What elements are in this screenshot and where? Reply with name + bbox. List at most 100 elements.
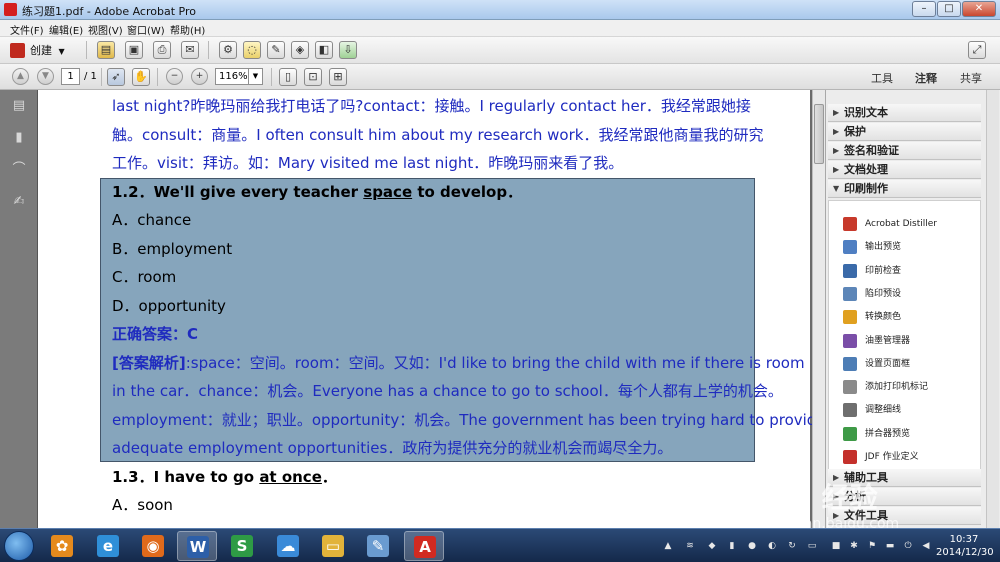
taskbar-app-paint[interactable]: ✎ — [358, 531, 398, 561]
full-screen-icon[interactable]: ⊞ — [329, 68, 347, 86]
tools-panel: ▶ 识别文本 ▶ 保护 ▶ 签名和验证 ▶ 文档处理 ▼ 印刷制作 Acrobat Dis… — [825, 90, 1000, 528]
taskbar-app-browser-360[interactable]: e — [88, 531, 128, 561]
settings-gear-icon[interactable]: ⚙ — [219, 41, 237, 59]
email-icon[interactable]: ✉ — [181, 41, 199, 59]
hand-tool-icon[interactable]: ✋ — [132, 68, 150, 86]
bluetooth-icon[interactable]: ✱ — [848, 541, 860, 551]
maximize-button[interactable]: □ — [937, 1, 961, 17]
select-cursor-icon[interactable]: ➶ — [107, 68, 125, 86]
tools-panel-scrollbar[interactable] — [986, 90, 999, 528]
zoom-input[interactable]: 116% — [215, 68, 249, 85]
tab-share[interactable]: 共享 — [960, 70, 982, 86]
attach-icon[interactable]: ◧ — [315, 41, 333, 59]
previous-page-icon[interactable]: ▲ — [12, 68, 29, 85]
security-icon[interactable]: ● — [746, 541, 758, 551]
network-icon[interactable]: ▮ — [726, 541, 738, 551]
question-keyword: space — [363, 183, 413, 201]
taskbar-app-explorer[interactable]: ▭ — [313, 531, 353, 561]
attachments-icon[interactable]: ⌒ — [11, 162, 27, 178]
print-tool-item[interactable]: 添加打印机标记 — [843, 378, 928, 396]
fit-page-icon[interactable]: ▯ — [279, 68, 297, 86]
section-recognize-text[interactable]: ▶ 识别文本 — [828, 104, 981, 122]
export-icon[interactable]: ⇩ — [339, 41, 357, 59]
question-text: 1.2．We'll give every teacher — [112, 183, 364, 201]
scrollbar-thumb[interactable] — [814, 104, 824, 164]
section-protection[interactable]: ▶ 保护 — [828, 123, 981, 141]
power-icon[interactable]: ⏻ — [902, 541, 914, 551]
main-toolbar: 创建 ▼ ▤ ▣ ⎙ ✉ ⚙ ◌ ✎ ◈ ◧ ⇩ ⤢ — [0, 37, 1000, 64]
sync-icon[interactable]: ↻ — [786, 541, 798, 551]
zoom-in-icon[interactable]: + — [191, 68, 208, 85]
shield-icon[interactable]: ◆ — [706, 541, 718, 551]
print-tool-item[interactable]: 拼合器预览 — [843, 425, 910, 443]
trap-preset-icon — [843, 286, 857, 301]
taskbar-app-firefox[interactable]: ◉ — [133, 531, 173, 561]
ime-icon[interactable]: ◐ — [766, 541, 778, 551]
print-tool-item[interactable]: 设置页面框 — [843, 355, 910, 373]
section-sign-certify[interactable]: ▶ 签名和验证 — [828, 142, 981, 160]
comment-icon[interactable]: ◌ — [243, 41, 261, 59]
print-icon[interactable]: ⎙ — [153, 41, 171, 59]
next-page-icon[interactable]: ▼ — [37, 68, 54, 85]
print-tool-item[interactable]: 印前检查 — [843, 262, 901, 280]
start-button[interactable] — [4, 531, 34, 561]
print-tool-item[interactable]: 调整细线 — [843, 401, 901, 419]
doc-line-1: last night?昨晚玛丽给我打电话了吗?contact：接触。I regu… — [112, 97, 751, 115]
print-tool-item[interactable]: 油墨管理器 — [843, 332, 910, 350]
page-number-input[interactable]: 1 — [61, 68, 80, 85]
stamp-icon[interactable]: ◈ — [291, 41, 309, 59]
question-keyword: at once — [259, 468, 322, 486]
highlight-icon[interactable]: ✎ — [267, 41, 285, 59]
create-button[interactable]: 创建 ▼ — [8, 41, 69, 60]
print-tool-item[interactable]: JDF 作业定义 — [843, 448, 919, 466]
system-clock[interactable]: 10:37 2014/12/30 — [936, 533, 994, 559]
print-tool-label: 设置页面框 — [865, 358, 911, 369]
page-thumbnails-icon[interactable]: ▤ — [11, 98, 27, 114]
taskbar-app-spreadsheet[interactable]: S — [222, 531, 262, 561]
signatures-icon[interactable]: ✍ — [11, 194, 27, 210]
flag-icon[interactable]: ⚑ — [866, 541, 878, 551]
menu-view[interactable]: 视图(V) — [88, 22, 123, 37]
print-tool-item[interactable]: 输出预览 — [843, 238, 901, 256]
menu-window[interactable]: 窗口(W) — [127, 22, 165, 37]
print-tool-item[interactable]: 陷印预设 — [843, 285, 901, 303]
document-viewer[interactable]: last night?昨晚玛丽给我打电话了吗?contact：接触。I regu… — [38, 90, 812, 528]
window-title: 练习题1.pdf - Adobe Acrobat Pro — [22, 5, 196, 18]
app-tray-icon[interactable]: ■ — [830, 541, 842, 551]
display-icon[interactable]: ▭ — [806, 541, 818, 551]
print-tool-item[interactable]: Acrobat Distiller — [843, 215, 937, 233]
section-print-production[interactable]: ▼ 印刷制作 — [828, 180, 981, 198]
wifi-icon[interactable]: ≋ — [684, 541, 696, 551]
print-tool-label: 陷印预设 — [865, 288, 902, 299]
menu-file[interactable]: 文件(F) — [10, 22, 44, 37]
print-tool-label: 拼合器预览 — [865, 428, 911, 439]
menu-edit[interactable]: 编辑(E) — [49, 22, 83, 37]
spreadsheet-icon: S — [231, 535, 253, 557]
analysis-text: :space：空间。room：空间。又如：I'd like to bring t… — [185, 354, 805, 372]
menu-help[interactable]: 帮助(H) — [170, 22, 205, 37]
bookmarks-icon[interactable]: ▮ — [11, 130, 27, 146]
zoom-out-icon[interactable]: − — [166, 68, 183, 85]
minimize-button[interactable]: – — [912, 1, 936, 17]
ink-manager-icon — [843, 333, 857, 348]
expand-icon[interactable]: ⤢ — [968, 41, 986, 59]
volume-icon[interactable]: ◀ — [920, 541, 932, 551]
taskbar-app-cloud[interactable]: ☁ — [268, 531, 308, 561]
open-folder-icon[interactable]: ▤ — [97, 41, 115, 59]
tray-arrow-icon[interactable]: ▲ — [662, 541, 674, 551]
fit-width-icon[interactable]: ⊡ — [304, 68, 322, 86]
taskbar-app-acrobat[interactable]: A — [404, 531, 444, 561]
battery-icon[interactable]: ▬ — [884, 541, 896, 551]
tab-comment[interactable]: 注释 — [915, 70, 937, 86]
zoom-dropdown-icon[interactable]: ▼ — [248, 68, 263, 85]
section-document-processing[interactable]: ▶ 文档处理 — [828, 161, 981, 179]
taskbar-app-word[interactable]: W — [177, 531, 217, 561]
save-icon[interactable]: ▣ — [125, 41, 143, 59]
document-scrollbar[interactable] — [812, 90, 825, 528]
close-button[interactable]: ✕ — [962, 1, 996, 17]
print-tool-item[interactable]: 转换颜色 — [843, 308, 901, 326]
answer-label: 正确答案： — [112, 325, 188, 343]
taskbar-app-pinwheel[interactable]: ✿ — [42, 531, 82, 561]
tab-tools[interactable]: 工具 — [871, 70, 893, 86]
left-navigation-pane: ▤ ▮ ⌒ ✍ — [0, 90, 38, 528]
